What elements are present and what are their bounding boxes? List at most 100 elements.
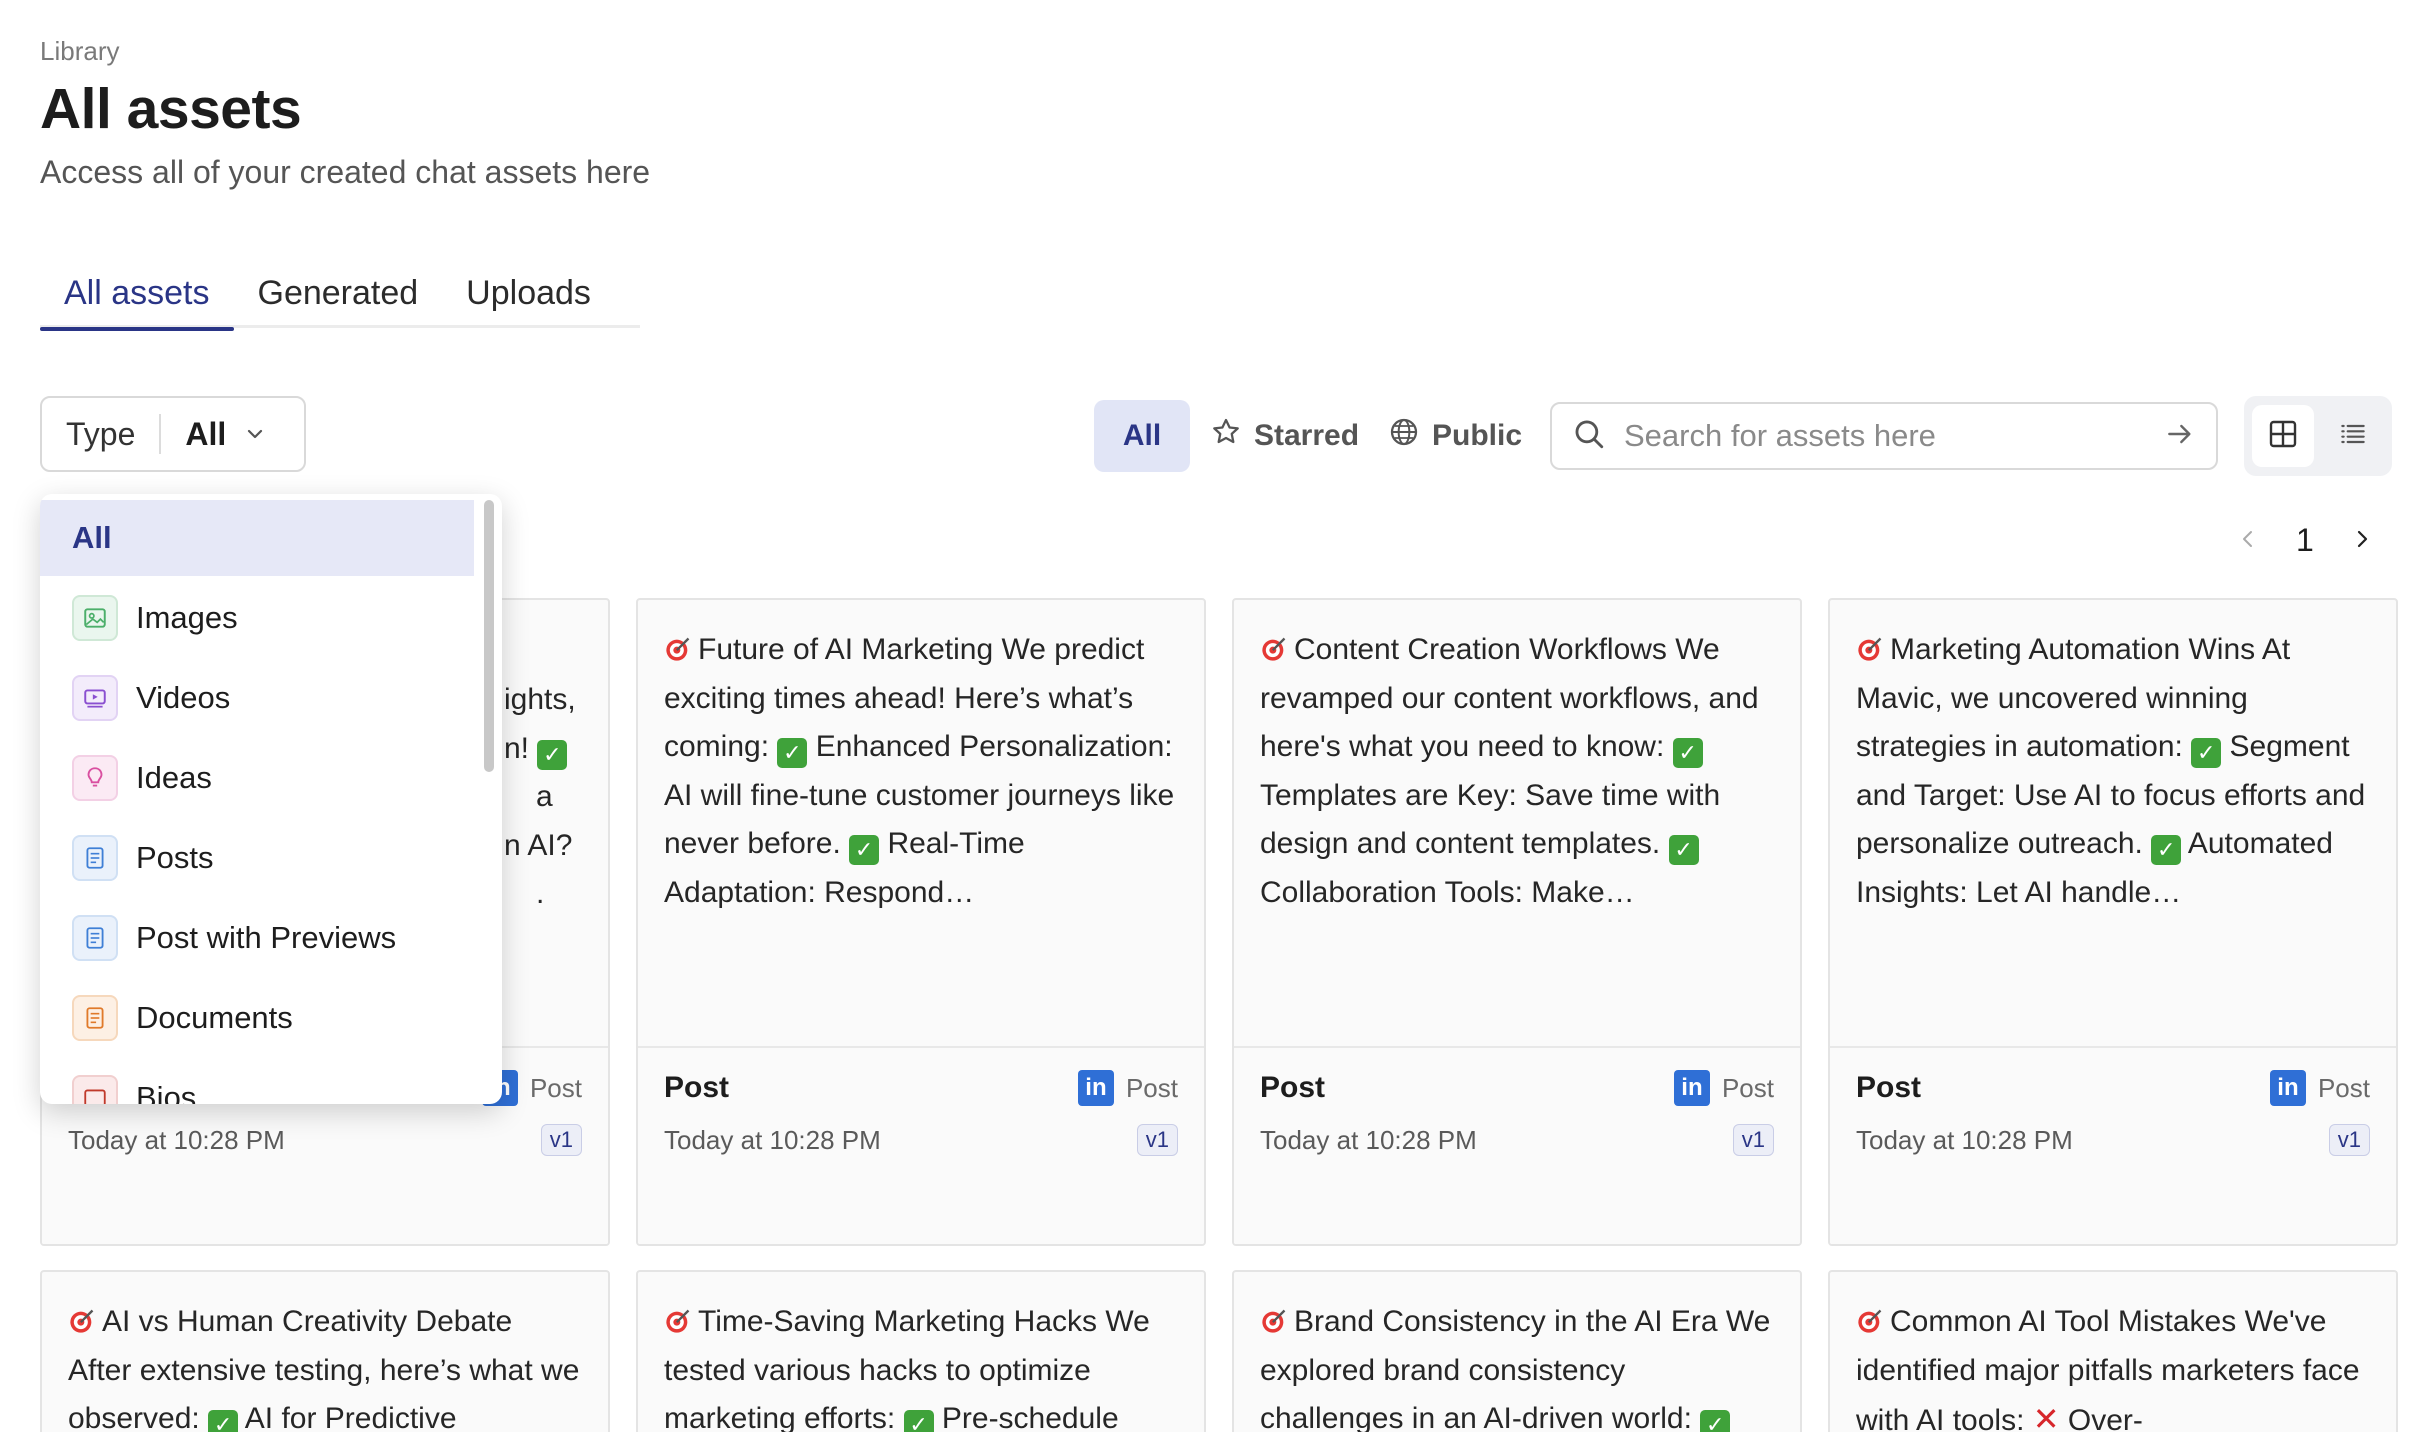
card-fragment: . bbox=[536, 877, 545, 910]
asset-card[interactable]: Future of AI Marketing We predict exciti… bbox=[636, 598, 1206, 1246]
check-icon: ✓ bbox=[903, 1410, 934, 1432]
dropdown-option-ideas[interactable]: Ideas bbox=[40, 740, 474, 816]
lightbulb-icon bbox=[72, 755, 118, 801]
search-box bbox=[1550, 402, 2218, 470]
target-icon bbox=[1260, 630, 1288, 661]
id-card-icon bbox=[72, 1075, 118, 1104]
asset-card[interactable]: Time-Saving Marketing Hacks We tested va… bbox=[636, 1270, 1206, 1432]
asset-source: Post bbox=[1125, 1072, 1178, 1103]
asset-card-body: Common AI Tool Mistakes We've identified… bbox=[1830, 1272, 2396, 1432]
version-badge: v1 bbox=[1136, 1124, 1178, 1156]
card-text: Pre-schedule bbox=[933, 1402, 1119, 1432]
target-icon bbox=[68, 1302, 96, 1333]
asset-timestamp: Today at 10:28 PM bbox=[1260, 1124, 1477, 1155]
chevron-down-icon bbox=[244, 423, 266, 445]
dropdown-option-label: Documents bbox=[136, 1000, 293, 1035]
document-icon bbox=[72, 835, 118, 881]
target-icon bbox=[1856, 1302, 1884, 1333]
globe-icon bbox=[1388, 416, 1420, 456]
dropdown-option-label: Ideas bbox=[136, 760, 212, 795]
dropdown-option-label: Images bbox=[136, 600, 238, 635]
asset-card[interactable]: Marketing Automation Wins At Mavic, we u… bbox=[1828, 598, 2398, 1246]
linkedin-icon: in bbox=[1077, 1070, 1114, 1106]
chevron-left-icon[interactable] bbox=[2236, 522, 2260, 559]
filter-public-button[interactable]: Public bbox=[1388, 400, 1522, 472]
video-icon bbox=[72, 675, 118, 721]
card-fragment: ights, bbox=[504, 683, 576, 716]
asset-kind: Post bbox=[1260, 1071, 1326, 1104]
document-icon bbox=[72, 915, 118, 961]
asset-card-footer: Post in Post Today at 10:28 PM v1 bbox=[638, 1046, 1204, 1244]
filter-public-label: Public bbox=[1432, 419, 1523, 452]
asset-card-body: Future of AI Marketing We predict exciti… bbox=[638, 600, 1204, 1046]
page-number[interactable]: 1 bbox=[2296, 522, 2314, 559]
check-icon: ✓ bbox=[849, 835, 880, 865]
chevron-right-icon[interactable] bbox=[2350, 522, 2374, 559]
dropdown-option-label: All bbox=[72, 520, 112, 555]
tab-bar: All assets Generated Uploads bbox=[40, 268, 640, 331]
filter-all-button[interactable]: All bbox=[1094, 400, 1190, 472]
cross-icon: ✕ bbox=[2032, 1401, 2060, 1432]
asset-card-body: Brand Consistency in the AI Era We explo… bbox=[1234, 1272, 1800, 1432]
check-icon: ✓ bbox=[2191, 738, 2222, 768]
dropdown-scrollbar[interactable] bbox=[484, 500, 494, 772]
tab-generated[interactable]: Generated bbox=[234, 268, 443, 328]
asset-card[interactable]: Common AI Tool Mistakes We've identified… bbox=[1828, 1270, 2398, 1432]
grid-view-button[interactable] bbox=[2252, 405, 2314, 467]
list-view-button[interactable] bbox=[2322, 405, 2384, 467]
asset-card-footer: Post in Post Today at 10:28 PM v1 bbox=[1234, 1046, 1800, 1244]
filter-starred-button[interactable]: Starred bbox=[1210, 400, 1359, 472]
card-text: Collaboration Tools: Make… bbox=[1260, 875, 1635, 909]
arrow-right-icon[interactable] bbox=[2164, 418, 2196, 455]
asset-card-footer: Post in Post Today at 10:28 PM v1 bbox=[1830, 1046, 2396, 1244]
target-icon bbox=[1856, 630, 1884, 661]
tab-all-assets[interactable]: All assets bbox=[40, 268, 234, 331]
asset-kind: Post bbox=[664, 1071, 730, 1104]
card-fragment: a bbox=[536, 780, 553, 813]
check-icon: ✓ bbox=[2151, 835, 2182, 865]
asset-card[interactable]: Content Creation Workflows We revamped o… bbox=[1232, 598, 1802, 1246]
dropdown-option-images[interactable]: Images bbox=[40, 580, 474, 656]
pagination: 1 bbox=[2236, 516, 2374, 564]
search-input[interactable] bbox=[1624, 418, 2164, 454]
page-subtitle: Access all of your created chat assets h… bbox=[40, 154, 651, 190]
card-fragment: n AI? bbox=[504, 828, 573, 862]
card-text: Templates are Key: Save time with design… bbox=[1260, 778, 1721, 861]
asset-source: Post bbox=[529, 1072, 582, 1103]
type-dropdown-menu: All Images Videos Ideas Posts Post with … bbox=[40, 494, 502, 1104]
card-fragment: n! bbox=[504, 731, 538, 765]
view-toggle bbox=[2244, 396, 2392, 476]
asset-timestamp: Today at 10:28 PM bbox=[68, 1124, 285, 1155]
type-filter-select[interactable]: Type All bbox=[40, 396, 306, 472]
asset-card-body: Time-Saving Marketing Hacks We tested va… bbox=[638, 1272, 1204, 1432]
grid-icon bbox=[2267, 418, 2299, 455]
type-filter-value: All bbox=[185, 415, 227, 452]
check-icon: ✓ bbox=[1700, 1410, 1731, 1432]
type-filter-label: Type bbox=[42, 414, 162, 454]
check-icon: ✓ bbox=[1672, 738, 1703, 768]
asset-kind: Post bbox=[1856, 1071, 1922, 1104]
asset-card[interactable]: AI vs Human Creativity Debate After exte… bbox=[40, 1270, 610, 1432]
tab-uploads[interactable]: Uploads bbox=[442, 268, 615, 328]
document-icon bbox=[72, 995, 118, 1041]
dropdown-option-all[interactable]: All bbox=[40, 500, 474, 576]
list-icon bbox=[2337, 418, 2369, 455]
version-badge: v1 bbox=[2328, 1124, 2370, 1156]
dropdown-option-post-with-previews[interactable]: Post with Previews bbox=[40, 900, 474, 976]
check-icon: ✓ bbox=[208, 1410, 239, 1432]
dropdown-option-bios[interactable]: Bios bbox=[40, 1060, 474, 1104]
page-title: All assets bbox=[40, 77, 302, 141]
card-text: Brand Consistency in the AI Era We explo… bbox=[1260, 1305, 1771, 1432]
version-badge: v1 bbox=[540, 1124, 582, 1156]
linkedin-icon: in bbox=[2269, 1070, 2306, 1106]
dropdown-option-label: Videos bbox=[136, 680, 231, 715]
asset-timestamp: Today at 10:28 PM bbox=[1856, 1124, 2073, 1155]
asset-card[interactable]: Brand Consistency in the AI Era We explo… bbox=[1232, 1270, 1802, 1432]
asset-source: Post bbox=[2317, 1072, 2370, 1103]
asset-card-body: Marketing Automation Wins At Mavic, we u… bbox=[1830, 600, 2396, 1046]
dropdown-option-label: Bios bbox=[136, 1080, 197, 1104]
target-icon bbox=[664, 630, 692, 661]
dropdown-option-posts[interactable]: Posts bbox=[40, 820, 474, 896]
dropdown-option-documents[interactable]: Documents bbox=[40, 980, 474, 1056]
dropdown-option-videos[interactable]: Videos bbox=[40, 660, 474, 736]
